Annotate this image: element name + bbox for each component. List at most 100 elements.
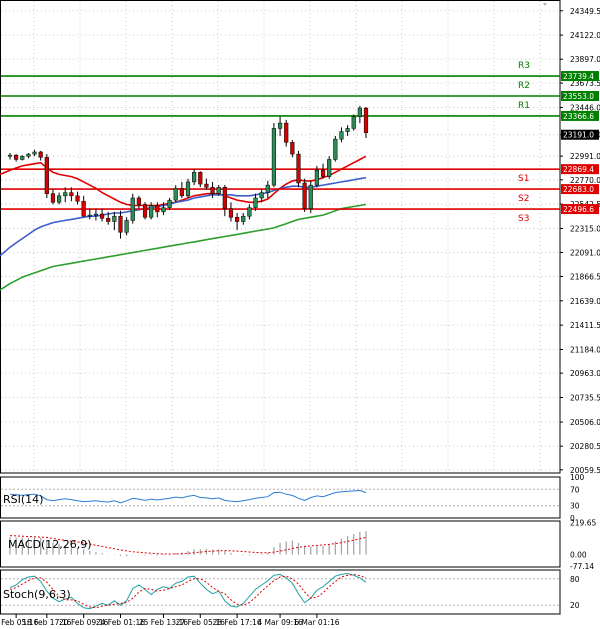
- y-tick-label: 20963.0: [570, 369, 600, 378]
- candle-body: [7, 154, 13, 157]
- candle-body: [75, 195, 80, 202]
- candle-body: [296, 153, 301, 184]
- y-tick-label: 24349.5: [570, 7, 600, 16]
- candle-body: [277, 122, 283, 129]
- candle-body: [50, 193, 56, 203]
- candle-body: [142, 204, 148, 218]
- candle-body: [124, 220, 129, 233]
- y-tick-label: 22315.0: [570, 224, 600, 233]
- stoch-label: Stoch(9,6,3): [3, 588, 71, 601]
- candle-body: [271, 128, 277, 186]
- level-price-label: 23366.6: [563, 112, 594, 121]
- candle-body: [167, 199, 172, 208]
- candle-body: [14, 154, 19, 160]
- candle-body: [228, 208, 234, 218]
- x-tick-label: 6 Mar 01:16: [294, 618, 340, 627]
- candle-body: [284, 122, 289, 143]
- candle-body: [204, 183, 209, 188]
- candle-body: [173, 188, 178, 201]
- candle-body: [241, 215, 246, 222]
- y-tick-label: 21639.0: [570, 297, 600, 306]
- candle-body: [327, 159, 332, 177]
- candle-body: [136, 197, 141, 205]
- candle-body: [357, 107, 362, 117]
- level-name-s2: S2: [518, 194, 529, 204]
- candle-body: [38, 151, 43, 158]
- level-name-r3: R3: [518, 61, 530, 71]
- candle-body: [32, 151, 37, 155]
- candle-body: [99, 213, 105, 219]
- level-name-s3: S3: [518, 214, 529, 224]
- candle-body: [93, 213, 99, 216]
- candle-body: [26, 153, 31, 157]
- candle-body: [192, 172, 197, 183]
- y-tick-label: 21411.5: [570, 321, 600, 330]
- candle-body: [106, 218, 111, 222]
- candle-body: [247, 207, 252, 217]
- candle-body: [333, 138, 338, 160]
- y-tick-label: 22770.0: [570, 176, 600, 185]
- y-tick-label: 24122.0: [570, 31, 600, 40]
- x-tick-label: 28 Feb 17:16: [212, 618, 261, 627]
- candle-body: [265, 184, 270, 193]
- candle-body: [339, 131, 344, 140]
- y-tick-label: 23897.0: [570, 55, 600, 64]
- candle-body: [235, 216, 240, 222]
- y-tick-label: 20280.5: [570, 442, 600, 451]
- rsi-tick-label: 30: [570, 502, 580, 511]
- trading-chart: 24349.524122.023897.023673.523446.023191…: [0, 0, 600, 627]
- y-tick-label: 21184.0: [570, 346, 600, 355]
- price-panel: 24349.524122.023897.023673.523446.023191…: [0, 0, 600, 475]
- stoch-tick-label: 20: [570, 601, 580, 610]
- macd-tick-label: 0.00: [570, 551, 587, 560]
- candle-body: [320, 169, 326, 177]
- rsi-label: RSI(14): [3, 493, 43, 506]
- y-tick-label: 20506.0: [570, 418, 600, 427]
- candle-body: [259, 192, 264, 199]
- x-axis: 6 Feb 05:1618 Feb 17:1620 Feb 09:1624 Fe…: [0, 614, 340, 627]
- level-name-s1: S1: [518, 174, 529, 184]
- level-name-r2: R2: [518, 81, 530, 91]
- candle-body: [345, 128, 350, 132]
- current-price-label: 23191.0: [563, 131, 594, 140]
- candle-body: [155, 205, 160, 213]
- candle-body: [44, 157, 49, 194]
- candle-body: [130, 197, 135, 221]
- candle-body: [222, 187, 227, 209]
- candle-body: [198, 172, 203, 185]
- candle-body: [149, 205, 154, 218]
- candle-body: [112, 215, 117, 222]
- candle-body: [216, 187, 221, 194]
- candle-body: [57, 195, 62, 203]
- candle-body: [308, 184, 313, 209]
- macd-tick-label: -77.14: [570, 562, 594, 571]
- candle-body: [179, 188, 184, 197]
- candle-body: [290, 142, 295, 155]
- candle-body: [81, 200, 86, 217]
- candle-body: [253, 197, 258, 208]
- rsi-plot-frame: [0, 476, 561, 519]
- macd-panel: 219.65 0.00 -77.14 MACD(12,26,9): [0, 519, 596, 571]
- rsi-tick-label: 100: [570, 473, 585, 482]
- rsi-tick-label: 70: [570, 485, 580, 494]
- level-price-label: 23739.4: [563, 72, 594, 81]
- level-price-label: 23553.0: [563, 92, 594, 101]
- level-price-label: 22869.4: [563, 165, 594, 174]
- macd-tick-label: 219.65: [570, 519, 596, 528]
- candle-body: [20, 155, 25, 160]
- level-name-r1: R1: [518, 101, 530, 111]
- price-plot-frame: [0, 0, 561, 474]
- level-price-label: 22683.0: [563, 185, 594, 194]
- rsi-panel: 10070300RSI(14): [0, 473, 585, 523]
- candle-body: [87, 214, 92, 217]
- candle-body: [314, 169, 319, 186]
- macd-label: MACD(12,26,9): [8, 538, 92, 551]
- stoch-panel: 80 20 Stoch(9,6,3): [0, 569, 580, 615]
- candle-body: [185, 181, 191, 197]
- candle-body: [302, 182, 307, 209]
- candle-body: [351, 116, 356, 129]
- candle-body: [363, 107, 369, 133]
- y-tick-label: 20735.5: [570, 394, 600, 403]
- candle-body: [69, 192, 74, 197]
- candle-body: [210, 187, 215, 194]
